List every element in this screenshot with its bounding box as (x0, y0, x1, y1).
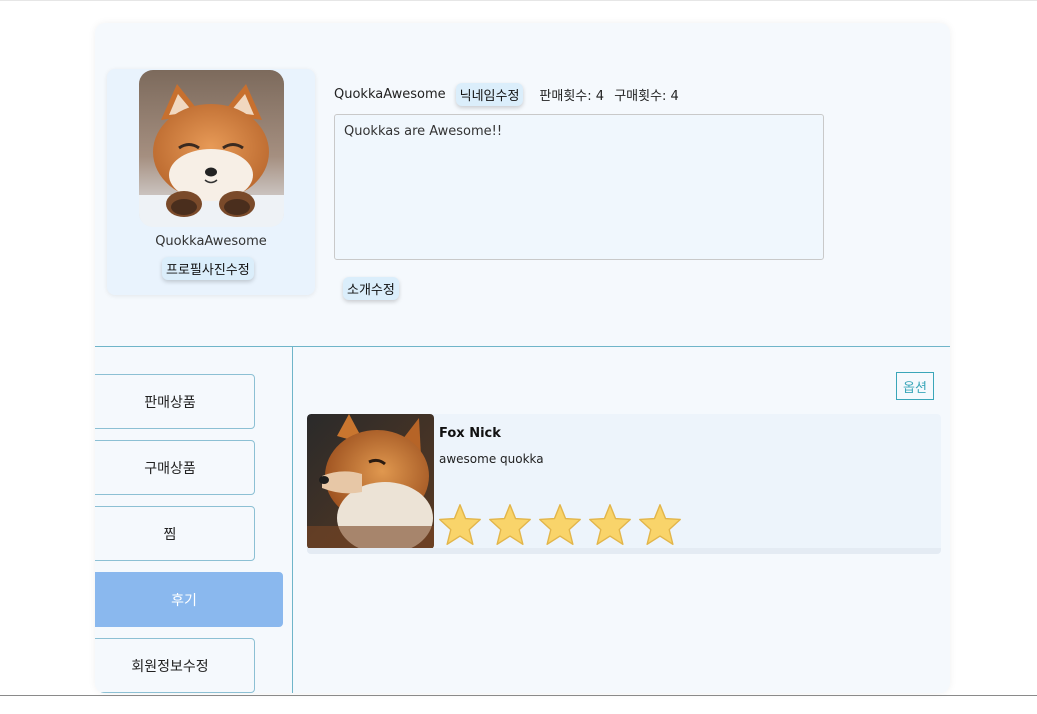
star-icon (439, 504, 481, 546)
rating-stars (437, 502, 687, 548)
trade-stats: 판매횟수: 4 구매횟수: 4 (539, 85, 678, 104)
star-icon (539, 504, 581, 546)
star-icon (489, 504, 531, 546)
avatar (139, 70, 284, 227)
sidebar-item-wishlist[interactable]: 찜 (95, 506, 255, 561)
review-photo (307, 414, 434, 549)
review-card[interactable]: Fox Nick awesome quokka (307, 414, 941, 554)
sidebar-item-reviews[interactable]: 후기 (95, 572, 283, 627)
edit-profile-photo-button[interactable]: 프로필사진수정 (162, 257, 254, 280)
card-footer-strip (307, 548, 941, 554)
profile-info-row: QuokkaAwesome 닉네임수정 판매횟수: 4 구매횟수: 4 (334, 82, 679, 106)
sidebar-divider (292, 347, 293, 693)
star-icon (589, 504, 631, 546)
top-divider (0, 0, 1037, 1)
mypage-card: QuokkaAwesome 프로필사진수정 QuokkaAwesome 닉네임수… (95, 23, 950, 693)
bottom-divider (0, 695, 1037, 696)
edit-intro-button[interactable]: 소개수정 (343, 277, 399, 300)
options-button[interactable]: 옵션 (896, 372, 934, 400)
reviewer-name: Fox Nick (439, 426, 501, 441)
star-icon (639, 504, 681, 546)
intro-textarea[interactable]: Quokkas are Awesome!! (334, 114, 824, 260)
sidebar-item-purchased[interactable]: 구매상품 (95, 440, 255, 495)
edit-nickname-button[interactable]: 닉네임수정 (455, 82, 524, 106)
sidebar-item-account-settings[interactable]: 회원정보수정 (95, 638, 255, 693)
section-divider (95, 346, 950, 347)
review-text: awesome quokka (439, 452, 544, 466)
profile-name: QuokkaAwesome (155, 234, 267, 249)
profile-box: QuokkaAwesome 프로필사진수정 (107, 69, 315, 295)
sales-count: 판매횟수: 4 (539, 88, 605, 104)
sidebar-item-selling[interactable]: 판매상품 (95, 374, 255, 429)
nickname: QuokkaAwesome (334, 86, 446, 102)
purchase-count: 구매횟수: 4 (614, 88, 679, 104)
